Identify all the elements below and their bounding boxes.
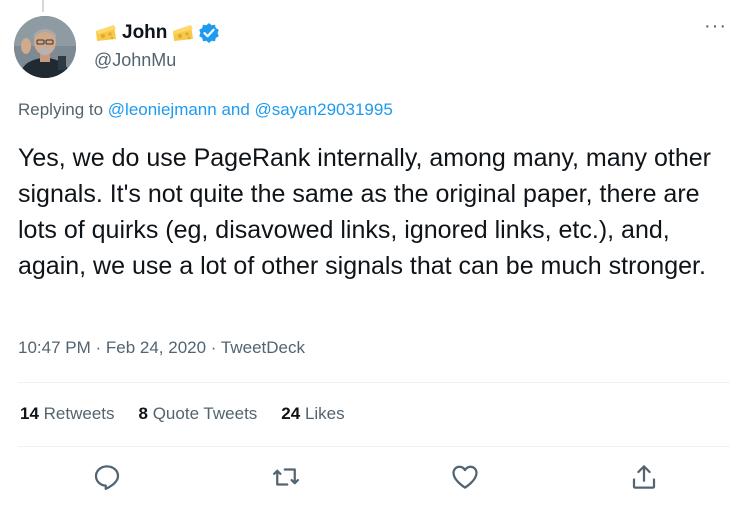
retweets-label: Retweets	[38, 404, 115, 423]
author-display-name[interactable]: John	[122, 22, 167, 44]
reply-icon[interactable]	[92, 462, 122, 492]
quote-tweets-label: Quote Tweets	[147, 404, 258, 423]
tweet-metadata: 10:47 PM · Feb 24, 2020 · TweetDeck	[18, 338, 305, 358]
quote-tweets-count: 8	[138, 404, 148, 423]
author-handle[interactable]: @JohnMu	[94, 50, 176, 71]
reply-context: Replying to @leoniejmann and @sayan29031…	[18, 100, 393, 120]
engagement-stats: 14 Retweets 8 Quote Tweets 24 Likes	[20, 404, 369, 424]
mention-link[interactable]: @sayan29031995	[255, 100, 393, 119]
thread-connector-line	[42, 0, 44, 12]
mention-conjunction: and	[216, 100, 255, 119]
meta-separator: ·	[206, 338, 221, 357]
reply-context-prefix: Replying to	[18, 100, 108, 119]
avatar[interactable]	[14, 16, 76, 78]
quote-tweets-stat[interactable]: 8 Quote Tweets	[139, 404, 258, 424]
share-icon[interactable]	[629, 462, 659, 492]
verified-badge-icon	[198, 22, 220, 44]
mention-link[interactable]: @leoniejmann	[108, 100, 217, 119]
divider	[18, 446, 730, 447]
likes-stat[interactable]: 24 Likes	[281, 404, 344, 424]
retweets-count: 14	[20, 404, 39, 423]
retweets-stat[interactable]: 14 Retweets	[20, 404, 115, 424]
like-icon[interactable]	[450, 462, 480, 492]
tweet-time[interactable]: 10:47 PM	[18, 338, 91, 357]
likes-count: 24	[281, 404, 301, 423]
meta-separator: ·	[90, 338, 106, 357]
cheese-emoji-icon	[94, 23, 118, 43]
cheese-emoji-icon	[171, 23, 195, 43]
action-bar	[0, 462, 730, 502]
tweet-date[interactable]: Feb 24, 2020	[106, 338, 206, 357]
tweet-text: Yes, we do use PageRank internally, amon…	[18, 144, 711, 280]
author-name-row[interactable]: John	[94, 20, 220, 46]
more-options-button[interactable]: ···	[704, 16, 727, 36]
retweet-icon[interactable]	[271, 462, 301, 492]
divider	[18, 382, 730, 383]
likes-label: Likes	[300, 404, 345, 423]
tweet-source[interactable]: TweetDeck	[221, 338, 305, 357]
